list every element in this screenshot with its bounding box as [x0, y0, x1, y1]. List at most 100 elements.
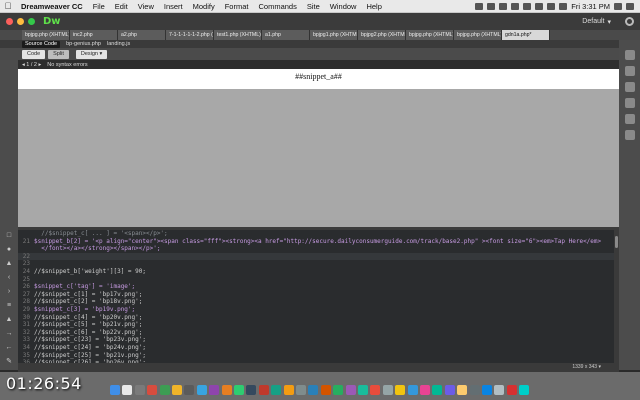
dock-app-icon[interactable]	[444, 385, 455, 395]
format-source-icon[interactable]: ✎	[4, 358, 14, 366]
select-parent-tag-icon[interactable]: ‹	[4, 274, 14, 282]
dock-app-icon[interactable]	[320, 385, 331, 395]
dock-app-icon[interactable]	[358, 385, 368, 395]
doc-tab[interactable]: bpjpg1.php (XHTML)	[310, 30, 358, 40]
menu-insert[interactable]: Insert	[159, 2, 188, 11]
files-panel-icon[interactable]	[624, 50, 635, 60]
doc-tab[interactable]: bpjpg.php (XHTML)	[406, 30, 454, 40]
code-view[interactable]: 36//$snippet_c[26] = 'bp26v.png'; 35//$sn…	[18, 230, 619, 363]
dock-app-icon[interactable]	[134, 385, 145, 395]
balance-braces-icon[interactable]: ›	[4, 288, 14, 296]
status-icon[interactable]	[499, 2, 508, 10]
dock-app-icon[interactable]	[122, 385, 133, 395]
zoom-window-button[interactable]	[28, 18, 35, 25]
minimize-window-button[interactable]	[17, 18, 24, 25]
collapse-tag-icon[interactable]: ●	[4, 246, 14, 254]
menubar-clock[interactable]: Fri 3:31 PM	[571, 2, 610, 11]
doc-tab[interactable]: inc2.php	[70, 30, 118, 40]
line-numbers-icon[interactable]: ≡	[4, 302, 14, 310]
code-line[interactable]: 34 //$snippet_c[24] = 'bp24v.png';	[18, 344, 619, 352]
dock-app-icon[interactable]	[296, 385, 306, 395]
volume-icon[interactable]	[547, 2, 556, 10]
doc-tab[interactable]: bpjpg.php (XHTML)	[22, 30, 70, 40]
dock-app-icon[interactable]	[345, 385, 356, 395]
doc-tab[interactable]: bpjpg2.php (XHTML)	[358, 30, 406, 40]
code-line[interactable]: </font></a></strong></span></p>';	[18, 245, 619, 253]
expand-all-icon[interactable]: ▲	[4, 260, 14, 268]
open-documents-icon[interactable]: □	[4, 232, 14, 240]
comment-icon[interactable]: ▲	[4, 316, 14, 324]
dock-app-icon[interactable]	[370, 385, 381, 395]
code-view-button[interactable]: Code	[22, 49, 46, 59]
css-designer-icon[interactable]	[624, 82, 635, 92]
dock-app-icon[interactable]	[246, 385, 257, 395]
dock-app-icon[interactable]	[420, 385, 430, 395]
dock-app-icon[interactable]	[457, 385, 468, 395]
dock-app-icon[interactable]	[407, 385, 418, 395]
dock-app-icon[interactable]	[159, 385, 170, 395]
menu-help[interactable]: Help	[361, 2, 386, 11]
dock-app-icon[interactable]	[196, 385, 207, 395]
related-file[interactable]: bp-genius.php	[66, 41, 101, 47]
dock-app-icon[interactable]	[519, 385, 530, 395]
code-line[interactable]: 33 //$snippet_c[23] = 'bp23v.png';	[18, 336, 619, 344]
dock-app-icon[interactable]	[172, 385, 182, 395]
code-line[interactable]: 28 //$snippet_c[2] = 'bp18v.png';	[18, 298, 619, 306]
doc-tab[interactable]: a2.php	[118, 30, 166, 40]
code-line[interactable]: 24 //$snippet_b['weight'][3] = 90;	[18, 268, 619, 276]
outdent-icon[interactable]: ←	[4, 344, 14, 352]
dock-app-icon[interactable]	[258, 385, 269, 395]
dock-app-icon[interactable]	[209, 385, 220, 395]
gear-icon[interactable]	[625, 17, 634, 26]
battery-icon[interactable]	[559, 2, 568, 10]
menu-app-name[interactable]: Dreamweaver CC	[16, 2, 88, 11]
doc-tab[interactable]: bpjpg.php (XHTML)	[454, 30, 502, 40]
close-window-button[interactable]	[6, 18, 13, 25]
related-file[interactable]: landing.js	[107, 41, 130, 47]
apple-icon[interactable]: 	[0, 1, 16, 11]
design-view-content[interactable]: ##snippet_a##	[18, 69, 619, 89]
error-pager[interactable]: ◂ 1 / 2 ▸	[22, 62, 41, 68]
code-line[interactable]: 27 //$snippet_c[1] = 'bp17v.png';	[18, 291, 619, 299]
code-line[interactable]: 31 //$snippet_c[5] = 'bp21v.png';	[18, 321, 619, 329]
code-view-scrollbar[interactable]	[614, 230, 619, 363]
workspace-switcher[interactable]: Default ▾	[582, 18, 611, 26]
dom-panel-icon[interactable]	[624, 130, 635, 140]
scrollbar-thumb[interactable]	[615, 236, 618, 248]
doc-tab[interactable]: test1.php (XHTML)	[214, 30, 262, 40]
menu-edit[interactable]: Edit	[110, 2, 133, 11]
code-line[interactable]: 25	[18, 276, 619, 284]
menu-window[interactable]: Window	[325, 2, 362, 11]
status-icon[interactable]	[523, 2, 532, 10]
dock-app-icon[interactable]	[469, 385, 480, 395]
code-line[interactable]: 26 $snippet_c['tag'] = 'image';	[18, 283, 619, 291]
doc-tab[interactable]: a1.php	[262, 30, 310, 40]
assets-panel-icon[interactable]	[624, 98, 635, 108]
menu-format[interactable]: Format	[220, 2, 254, 11]
code-line[interactable]: 30 //$snippet_c[4] = 'bp20v.png';	[18, 314, 619, 322]
doc-tab-active[interactable]: gdn1a.php*	[502, 30, 550, 40]
dock-app-icon[interactable]	[333, 385, 344, 395]
menu-commands[interactable]: Commands	[253, 2, 301, 11]
window-size-indicator[interactable]: 1339 x 343 ▾	[572, 364, 601, 370]
code-line[interactable]: 32 //$snippet_c[6] = 'bp22v.png';	[18, 329, 619, 337]
dock-app-icon[interactable]	[482, 385, 492, 395]
dock-app-icon[interactable]	[494, 385, 505, 395]
dock-app-icon[interactable]	[506, 385, 517, 395]
dock-app-icon[interactable]	[234, 385, 244, 395]
status-icon[interactable]	[511, 2, 520, 10]
design-view-dropdown[interactable]: Design ▾	[75, 49, 108, 59]
dock-app-icon[interactable]	[271, 385, 282, 395]
code-line[interactable]: 23	[18, 260, 619, 268]
dock-app-icon[interactable]	[110, 385, 120, 395]
dock-app-icon[interactable]	[221, 385, 232, 395]
dock-app-icon[interactable]	[184, 385, 195, 395]
spotlight-icon[interactable]	[614, 2, 622, 10]
dock-app-icon[interactable]	[432, 385, 443, 395]
menu-view[interactable]: View	[133, 2, 159, 11]
indent-icon[interactable]: →	[4, 330, 14, 338]
insert-panel-icon[interactable]	[624, 66, 635, 76]
wifi-icon[interactable]	[535, 2, 544, 10]
menu-site[interactable]: Site	[302, 2, 325, 11]
code-line[interactable]: 35 //$snippet_c[25] = 'bp21v.png';	[18, 352, 619, 360]
